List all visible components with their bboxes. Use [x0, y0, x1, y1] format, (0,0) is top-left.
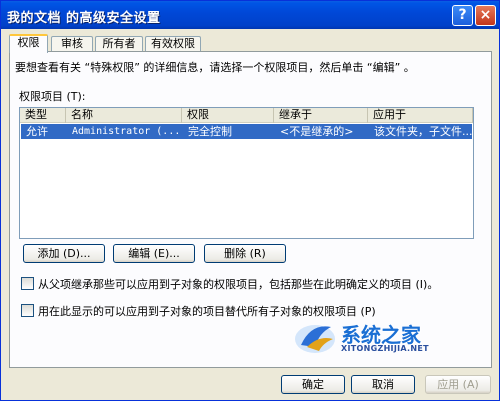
cell-inherited-from: <不是继承的> — [280, 125, 354, 138]
tab-effective-permissions[interactable]: 有效权限 — [145, 36, 201, 52]
ok-button[interactable]: 确定 — [281, 375, 345, 394]
apply-button[interactable]: 应用 (A) — [425, 375, 491, 394]
edit-button[interactable]: 编辑 (E)... — [113, 244, 195, 263]
table-row[interactable]: 允许 Administrator (... 完全控制 <不是继承的> 该文件夹，… — [21, 124, 472, 139]
permissions-description: 要想查看有关 “特殊权限” 的详细信息，请选择一个权限项目，然后单击 “编辑” … — [15, 61, 415, 74]
watermark-url: XITONGZHIJIA.NET — [341, 344, 429, 353]
column-permission[interactable]: 权限 — [182, 108, 274, 123]
permission-entries-label: 权限项目 (T): — [19, 90, 86, 103]
tab-auditing[interactable]: 审核 — [51, 36, 93, 52]
cell-type: 允许 — [26, 125, 48, 138]
cell-permission: 完全控制 — [188, 125, 232, 138]
cancel-button[interactable]: 取消 — [351, 375, 415, 394]
help-icon: ? — [458, 7, 467, 23]
add-button[interactable]: 添加 (D)... — [23, 244, 105, 263]
inherit-checkbox[interactable] — [21, 277, 34, 290]
title-bar[interactable]: 我的文档 的高级安全设置 ? × — [1, 1, 499, 29]
close-button[interactable]: × — [475, 5, 496, 26]
tab-owner[interactable]: 所有者 — [95, 36, 143, 52]
inherit-option-label: 从父项继承那些可以应用到子对象的权限项目，包括那些在此明确定义的项目 (I)。 — [38, 278, 439, 291]
column-applies-to[interactable]: 应用于 — [368, 108, 473, 123]
site-watermark: 系统之家 XITONGZHIJIA.NET — [293, 313, 443, 363]
cell-name: Administrator (... — [72, 126, 181, 137]
list-header: 类型 名称 权限 继承于 应用于 — [20, 108, 473, 123]
cell-applies-to: 该文件夹，子文件... — [374, 125, 472, 138]
permission-entries-list[interactable]: 类型 名称 权限 继承于 应用于 允许 Administrator (... 完… — [19, 107, 474, 239]
watermark-logo-icon — [295, 325, 335, 353]
close-icon: × — [479, 7, 492, 23]
security-settings-window: 我的文档 的高级安全设置 ? × 权限 审核 所有者 有效权限 要想查看有关 “… — [0, 0, 500, 401]
column-type[interactable]: 类型 — [20, 108, 66, 123]
tab-permissions[interactable]: 权限 — [9, 34, 48, 53]
column-name[interactable]: 名称 — [66, 108, 182, 123]
column-inherited-from[interactable]: 继承于 — [274, 108, 368, 123]
replace-checkbox[interactable] — [21, 304, 34, 317]
remove-button[interactable]: 删除 (R) — [204, 244, 286, 263]
window-title: 我的文档 的高级安全设置 — [7, 11, 161, 26]
help-button[interactable]: ? — [452, 5, 473, 26]
